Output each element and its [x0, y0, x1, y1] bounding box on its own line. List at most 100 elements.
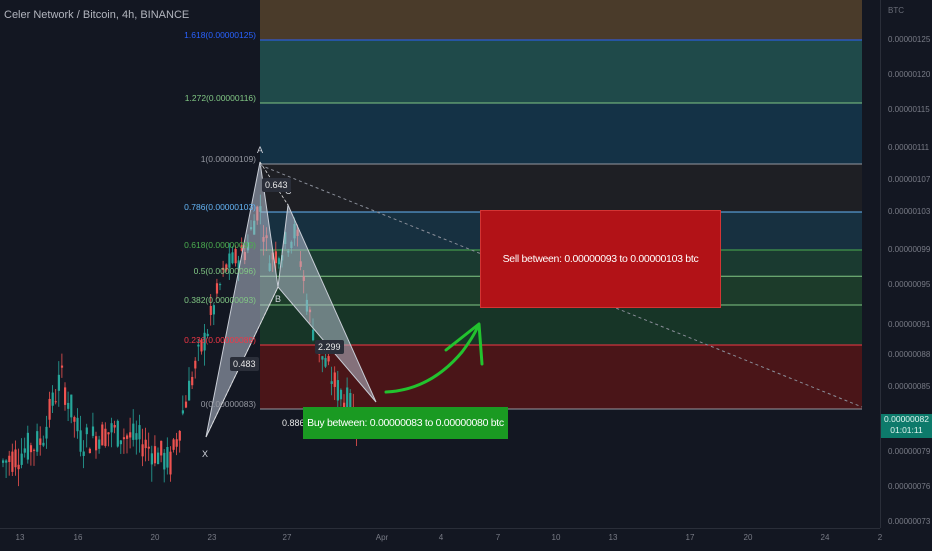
- time-tick-label: 27: [282, 533, 292, 542]
- fib-level-label: 0.236(0.00000089): [184, 335, 256, 345]
- ratio-xab: 0.483: [230, 357, 259, 371]
- candle-body: [172, 439, 175, 450]
- time-tick-label: Apr: [375, 533, 389, 542]
- candle-body: [76, 417, 79, 432]
- candle-body: [51, 392, 54, 406]
- candle-body: [82, 451, 85, 456]
- candle-body: [36, 431, 39, 452]
- price-tick-label: 0.00000115: [888, 105, 930, 114]
- candle-body: [54, 401, 57, 403]
- candle-body: [60, 365, 64, 368]
- candle-body: [231, 252, 234, 264]
- ratio-bcd: 2.299: [315, 340, 344, 354]
- candle-body: [312, 329, 315, 341]
- candle-body: [175, 439, 178, 447]
- point-x-label: X: [202, 449, 209, 459]
- candle-body: [119, 440, 122, 445]
- candle-body: [234, 248, 237, 264]
- fib-band: [260, 0, 862, 40]
- ratio-abc: 0.643: [262, 178, 291, 192]
- price-tick-label: 0.00000125: [888, 35, 931, 44]
- fib-level-label: 0.382(0.00000093): [184, 295, 256, 305]
- fib-level-label: 1.272(0.00000116): [184, 93, 256, 103]
- price-tick-label: 0.00000120: [888, 70, 931, 79]
- price-tick-label: 0.00000107: [888, 175, 931, 184]
- candle-body: [42, 442, 45, 446]
- sell-zone-box: Sell between: 0.00000093 to 0.00000103 b…: [480, 210, 721, 308]
- candle-body: [160, 440, 163, 456]
- candle-body: [107, 432, 110, 435]
- price-chart[interactable]: [0, 0, 932, 550]
- candle-body: [45, 426, 48, 439]
- candle-body: [67, 402, 70, 409]
- candle-body: [104, 428, 107, 446]
- candle-body: [144, 439, 147, 449]
- candle-body: [79, 430, 82, 452]
- candle-body: [135, 433, 138, 440]
- time-tick-label: 16: [73, 533, 83, 542]
- candle-body: [150, 453, 153, 465]
- candle-body: [184, 401, 188, 408]
- candle-body: [26, 432, 29, 460]
- candle-body: [116, 420, 119, 447]
- candle-body: [339, 389, 343, 400]
- fib-band: [260, 103, 862, 164]
- candle-body: [70, 394, 73, 418]
- candle-body: [98, 439, 101, 449]
- price-tick-label: 0.00000111: [888, 143, 930, 152]
- candle-body: [194, 360, 197, 369]
- candle-body: [64, 387, 67, 405]
- candle-body: [85, 427, 88, 435]
- candle-body: [48, 398, 51, 420]
- candle-body: [324, 357, 327, 367]
- fib-level-label: 0.5(0.00000096): [193, 266, 256, 277]
- candle-body: [5, 460, 8, 463]
- fib-level-label: 0.618(0.00000099): [184, 240, 256, 250]
- time-tick-label: 20: [150, 533, 160, 542]
- candle-body: [88, 448, 91, 454]
- price-tick-label: 0.00000073: [888, 517, 931, 526]
- fib-band: [260, 305, 862, 345]
- candle-body: [147, 446, 150, 449]
- time-tick-label: 24: [820, 533, 830, 542]
- candle-body: [191, 376, 194, 386]
- time-tick-label: 23: [207, 533, 217, 542]
- candle-body: [209, 305, 212, 315]
- time-tick-label: 7: [495, 533, 501, 542]
- price-axis-unit: BTC: [888, 6, 904, 15]
- price-tick-label: 0.00000076: [888, 482, 931, 491]
- current-price-badge: 0.00000082 01:01:11: [881, 414, 932, 438]
- point-a-label: A: [257, 145, 264, 155]
- time-tick-label: 17: [685, 533, 695, 542]
- fib-level-label: 0.786(0.00000103): [184, 202, 256, 212]
- candle-body: [14, 449, 17, 468]
- price-tick-label: 0.00000099: [888, 245, 931, 254]
- time-tick-label: 10: [551, 533, 561, 542]
- time-tick-label: 13: [15, 533, 25, 542]
- candle-body: [8, 455, 11, 463]
- price-tick-label: 0.00000088: [888, 350, 931, 359]
- fib-level-label: 1.618(0.00000125): [184, 30, 256, 40]
- candle-body: [178, 430, 181, 441]
- candle-body: [23, 448, 26, 453]
- candle-body: [17, 464, 20, 470]
- candle-body: [153, 446, 157, 464]
- buy-zone-box: Buy between: 0.00000083 to 0.00000080 bt…: [303, 407, 508, 439]
- ratio-xad: 0.886: [282, 418, 305, 428]
- candle-body: [57, 374, 60, 391]
- candle-body: [215, 283, 219, 294]
- chart-title: Celer Network / Bitcoin, 4h, BINANCE: [4, 9, 190, 21]
- price-tick-label: 0.00000095: [888, 280, 931, 289]
- time-tick-label: 13: [608, 533, 618, 542]
- time-tick-label: 4: [438, 533, 444, 542]
- candle-body: [132, 423, 135, 440]
- candle-body: [157, 452, 160, 465]
- candle-body: [330, 381, 333, 384]
- candle-body: [91, 426, 95, 436]
- candle-body: [327, 356, 330, 362]
- candle-body: [166, 446, 169, 468]
- candle-body: [163, 452, 166, 470]
- candle-body: [274, 251, 277, 264]
- candle-body: [126, 435, 129, 439]
- candle-body: [138, 425, 141, 440]
